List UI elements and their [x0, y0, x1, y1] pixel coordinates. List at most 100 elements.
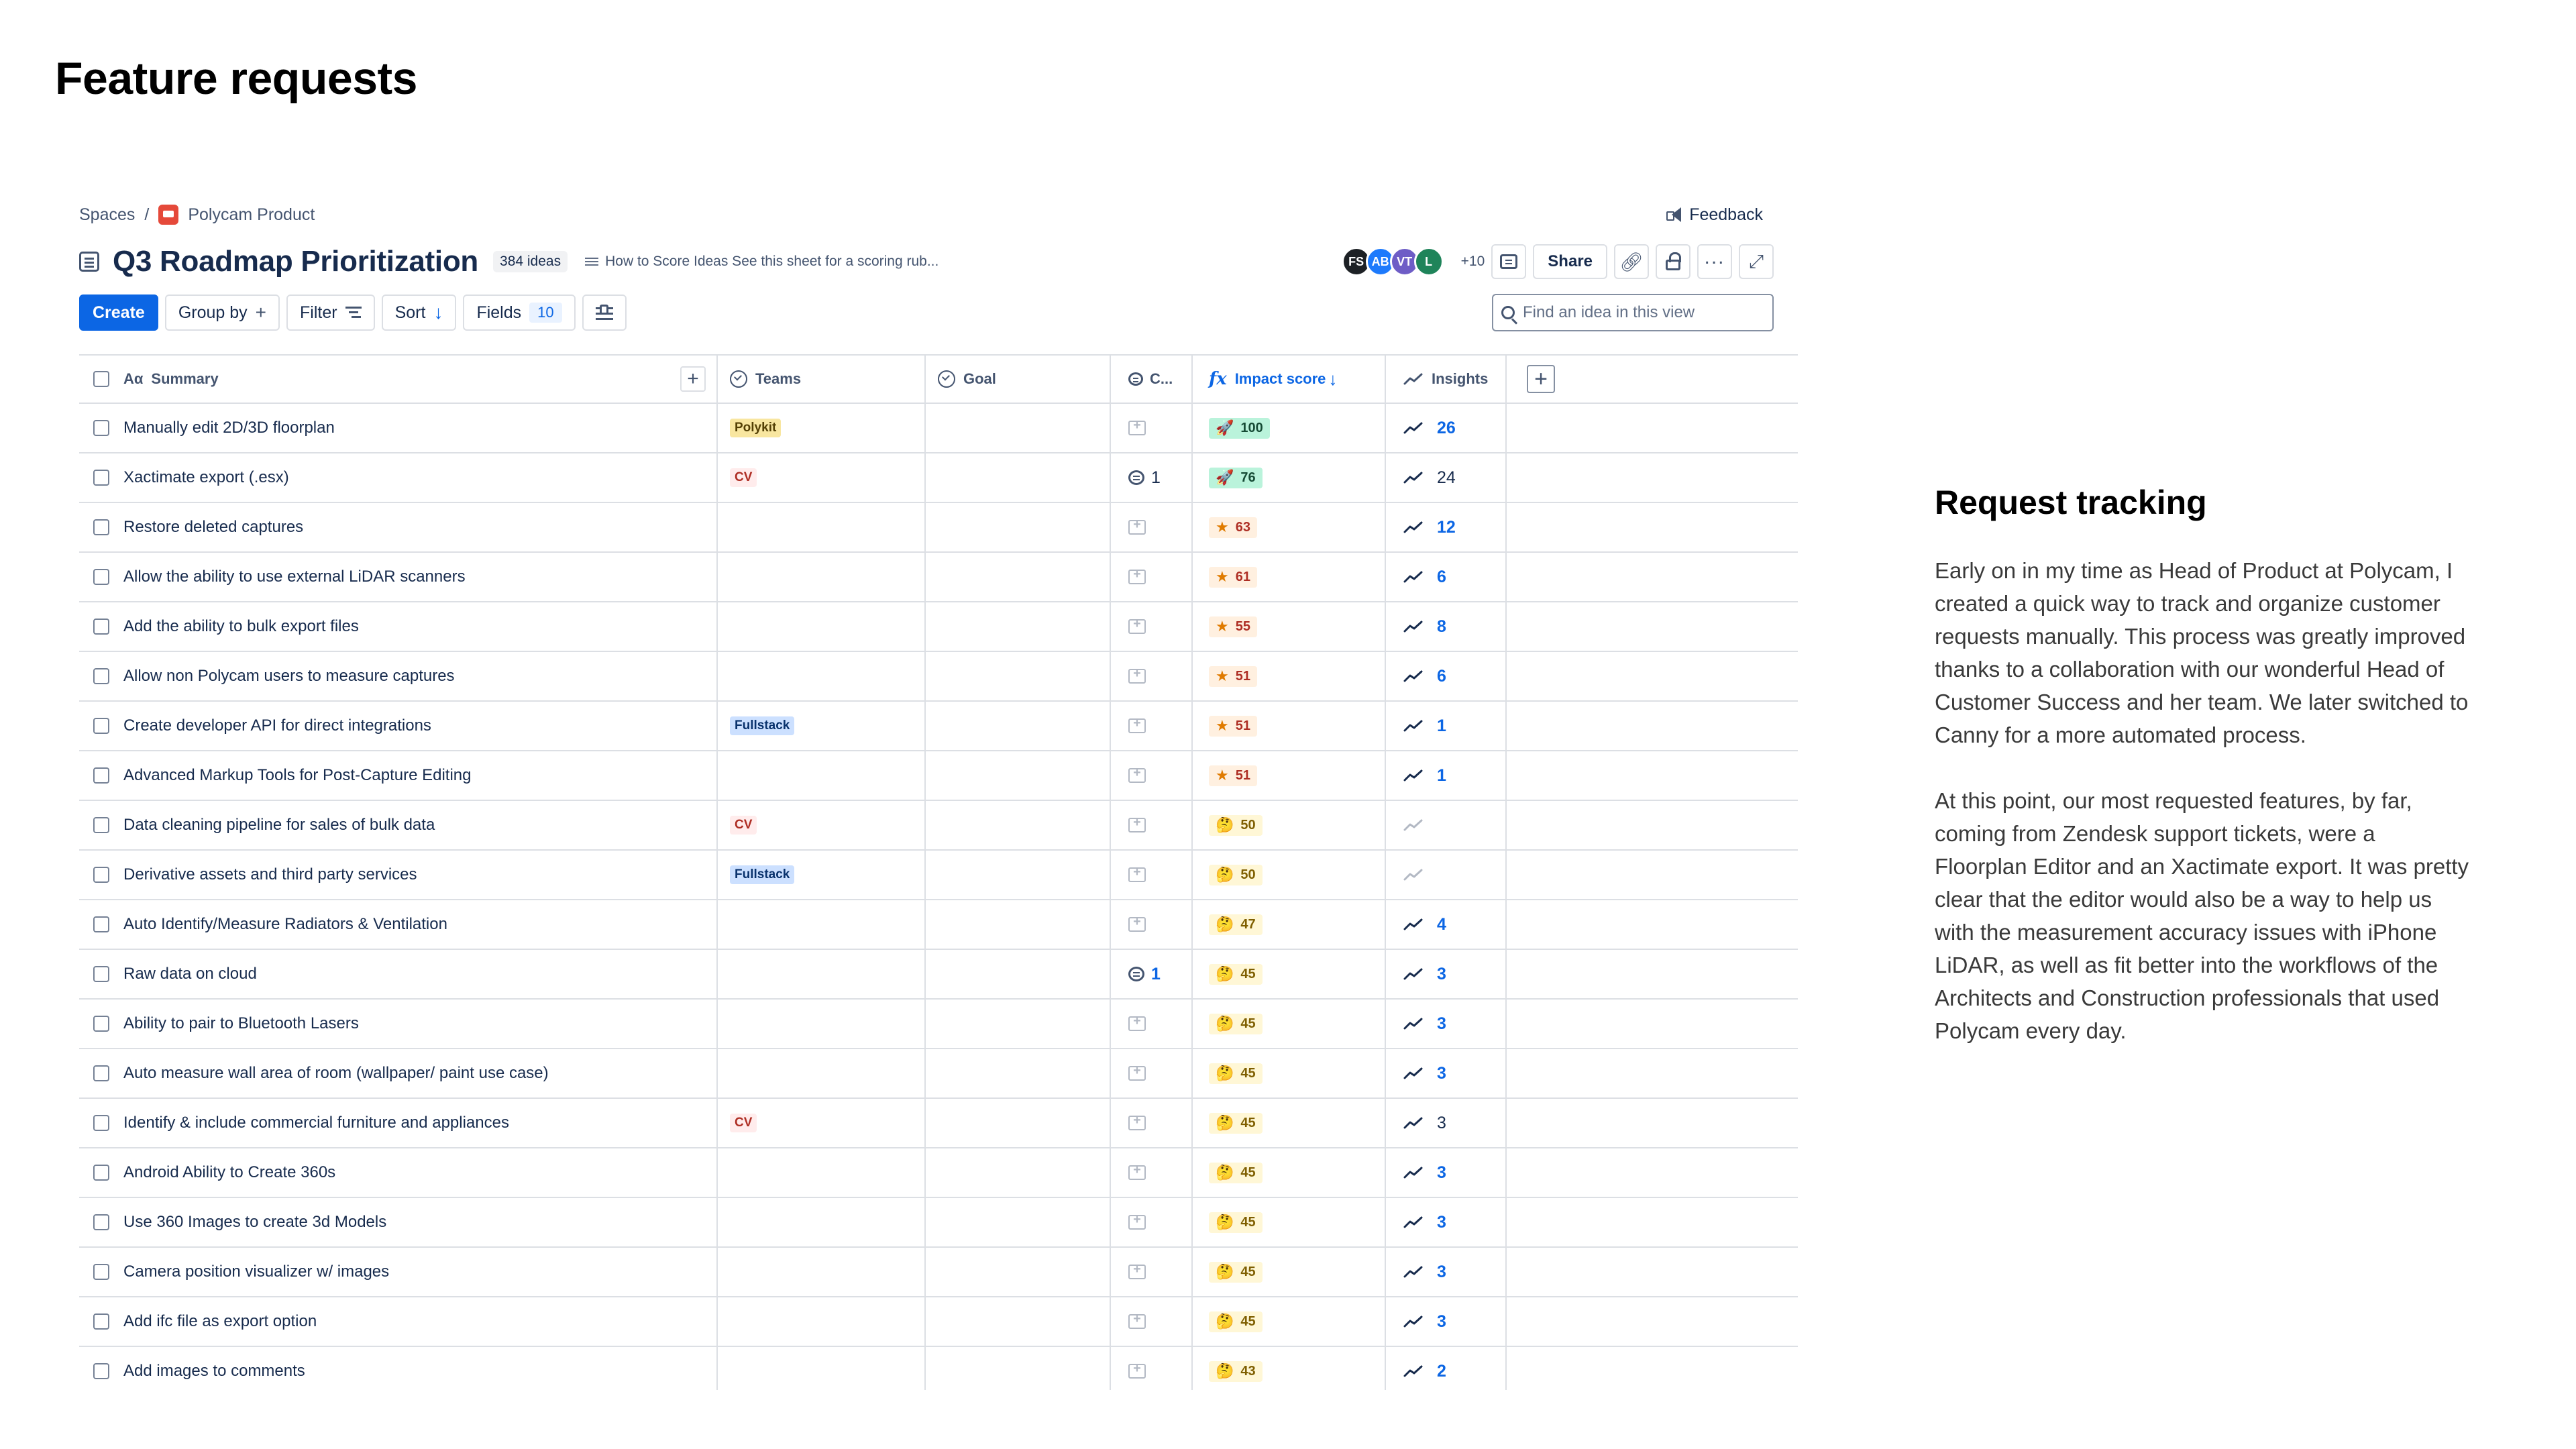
- create-button[interactable]: Create: [79, 294, 158, 331]
- comments-cell[interactable]: [1111, 1248, 1193, 1296]
- add-idea-button[interactable]: +: [680, 366, 706, 392]
- table-row[interactable]: Allow the ability to use external LiDAR …: [79, 553, 1798, 602]
- table-row[interactable]: Auto Identify/Measure Radiators & Ventil…: [79, 900, 1798, 950]
- comments-cell[interactable]: [1111, 1347, 1193, 1390]
- idea-summary[interactable]: Ability to pair to Bluetooth Lasers: [123, 1014, 359, 1033]
- sort-button[interactable]: Sort ↓: [381, 294, 457, 331]
- comments-cell[interactable]: [1111, 404, 1193, 452]
- insights-cell[interactable]: 3: [1386, 950, 1507, 998]
- comments-cell[interactable]: [1111, 1297, 1193, 1346]
- column-header-insights[interactable]: Insights: [1386, 356, 1507, 402]
- group-by-button[interactable]: Group by +: [164, 294, 280, 331]
- idea-summary[interactable]: Create developer API for direct integrat…: [123, 716, 431, 735]
- teams-cell[interactable]: CV: [718, 453, 926, 502]
- add-comment-icon[interactable]: [1128, 865, 1146, 882]
- row-checkbox[interactable]: [93, 916, 109, 932]
- add-comment-icon[interactable]: [1128, 1014, 1146, 1031]
- row-checkbox[interactable]: [93, 1214, 109, 1230]
- insights-value[interactable]: 1: [1403, 716, 1446, 736]
- row-checkbox[interactable]: [93, 420, 109, 436]
- summary-cell[interactable]: Auto measure wall area of room (wallpape…: [123, 1049, 718, 1097]
- teams-cell[interactable]: [718, 1347, 926, 1390]
- row-checkbox[interactable]: [93, 1264, 109, 1280]
- row-checkbox[interactable]: [93, 619, 109, 635]
- teams-cell[interactable]: [718, 652, 926, 700]
- table-row[interactable]: Data cleaning pipeline for sales of bulk…: [79, 801, 1798, 851]
- insights-value[interactable]: 3: [1403, 1312, 1446, 1332]
- summary-cell[interactable]: Manually edit 2D/3D floorplan: [123, 404, 718, 452]
- goal-cell[interactable]: [926, 1000, 1111, 1048]
- comments-cell[interactable]: [1111, 652, 1193, 700]
- teams-cell[interactable]: Fullstack: [718, 702, 926, 750]
- insights-value[interactable]: 3: [1403, 1263, 1446, 1282]
- insights-value[interactable]: 3: [1403, 1114, 1446, 1133]
- goal-cell[interactable]: [926, 503, 1111, 551]
- idea-summary[interactable]: Use 360 Images to create 3d Models: [123, 1213, 386, 1232]
- teams-cell[interactable]: Fullstack: [718, 851, 926, 899]
- idea-summary[interactable]: Allow the ability to use external LiDAR …: [123, 568, 466, 586]
- goal-cell[interactable]: [926, 1347, 1111, 1390]
- teams-cell[interactable]: [718, 950, 926, 998]
- idea-summary[interactable]: Add images to comments: [123, 1362, 305, 1381]
- insights-value[interactable]: 6: [1403, 667, 1446, 686]
- comments-cell[interactable]: [1111, 553, 1193, 601]
- view-title[interactable]: Q3 Roadmap Prioritization: [113, 245, 478, 278]
- summary-cell[interactable]: Allow non Polycam users to measure captu…: [123, 652, 718, 700]
- goal-cell[interactable]: [926, 702, 1111, 750]
- insights-cell[interactable]: [1386, 851, 1507, 899]
- add-comment-icon[interactable]: [1128, 716, 1146, 733]
- comments-cell[interactable]: [1111, 751, 1193, 800]
- insights-cell[interactable]: 4: [1386, 900, 1507, 949]
- insights-cell[interactable]: 6: [1386, 652, 1507, 700]
- idea-summary[interactable]: Raw data on cloud: [123, 965, 257, 983]
- insights-cell[interactable]: 3: [1386, 1000, 1507, 1048]
- idea-summary[interactable]: Restore deleted captures: [123, 518, 303, 537]
- table-row[interactable]: Raw data on cloud 1 🤔 45 3: [79, 950, 1798, 1000]
- insights-value[interactable]: 2: [1403, 1362, 1446, 1381]
- insights-value[interactable]: 12: [1403, 518, 1456, 537]
- summary-cell[interactable]: Identify & include commercial furniture …: [123, 1099, 718, 1147]
- add-comment-icon[interactable]: [1128, 1163, 1146, 1180]
- comments-cell[interactable]: [1111, 1198, 1193, 1246]
- add-comment-icon[interactable]: [1128, 666, 1146, 684]
- comments-cell[interactable]: [1111, 900, 1193, 949]
- summary-cell[interactable]: Raw data on cloud: [123, 950, 718, 998]
- column-header-goal[interactable]: Goal: [926, 356, 1111, 402]
- teams-cell[interactable]: Polykit: [718, 404, 926, 452]
- goal-cell[interactable]: [926, 453, 1111, 502]
- share-button[interactable]: Share: [1533, 244, 1607, 279]
- goal-cell[interactable]: [926, 751, 1111, 800]
- goal-cell[interactable]: [926, 801, 1111, 849]
- teams-cell[interactable]: [718, 503, 926, 551]
- avatar-more-count[interactable]: +10: [1461, 254, 1485, 270]
- insights-cell[interactable]: 3: [1386, 1049, 1507, 1097]
- insights-cell[interactable]: 24: [1386, 453, 1507, 502]
- row-checkbox[interactable]: [93, 867, 109, 883]
- idea-summary[interactable]: Auto measure wall area of room (wallpape…: [123, 1064, 549, 1083]
- table-row[interactable]: Add images to comments 🤔 43 2: [79, 1347, 1798, 1390]
- add-comment-icon[interactable]: [1128, 765, 1146, 783]
- table-row[interactable]: Advanced Markup Tools for Post-Capture E…: [79, 751, 1798, 801]
- view-description[interactable]: How to Score Ideas See this sheet for a …: [585, 254, 938, 270]
- summary-cell[interactable]: Advanced Markup Tools for Post-Capture E…: [123, 751, 718, 800]
- idea-summary[interactable]: Camera position visualizer w/ images: [123, 1263, 389, 1281]
- select-all-checkbox[interactable]: [93, 371, 109, 387]
- idea-summary[interactable]: Add ifc file as export option: [123, 1312, 317, 1331]
- comments-cell[interactable]: 1: [1111, 950, 1193, 998]
- breadcrumb-space-link[interactable]: Polycam Product: [188, 205, 315, 225]
- filter-button[interactable]: Filter: [286, 294, 375, 331]
- idea-summary[interactable]: Derivative assets and third party servic…: [123, 865, 417, 884]
- teams-cell[interactable]: [718, 1148, 926, 1197]
- row-checkbox[interactable]: [93, 1313, 109, 1330]
- teams-cell[interactable]: [718, 751, 926, 800]
- goal-cell[interactable]: [926, 1049, 1111, 1097]
- more-actions-button[interactable]: ...: [1697, 244, 1732, 279]
- table-row[interactable]: Add the ability to bulk export files ★ 55…: [79, 602, 1798, 652]
- avatar[interactable]: L: [1413, 247, 1444, 276]
- goal-cell[interactable]: [926, 1099, 1111, 1147]
- row-checkbox[interactable]: [93, 767, 109, 784]
- insights-cell[interactable]: 26: [1386, 404, 1507, 452]
- add-comment-icon[interactable]: [1128, 1311, 1146, 1329]
- goal-cell[interactable]: [926, 404, 1111, 452]
- comments-cell[interactable]: [1111, 503, 1193, 551]
